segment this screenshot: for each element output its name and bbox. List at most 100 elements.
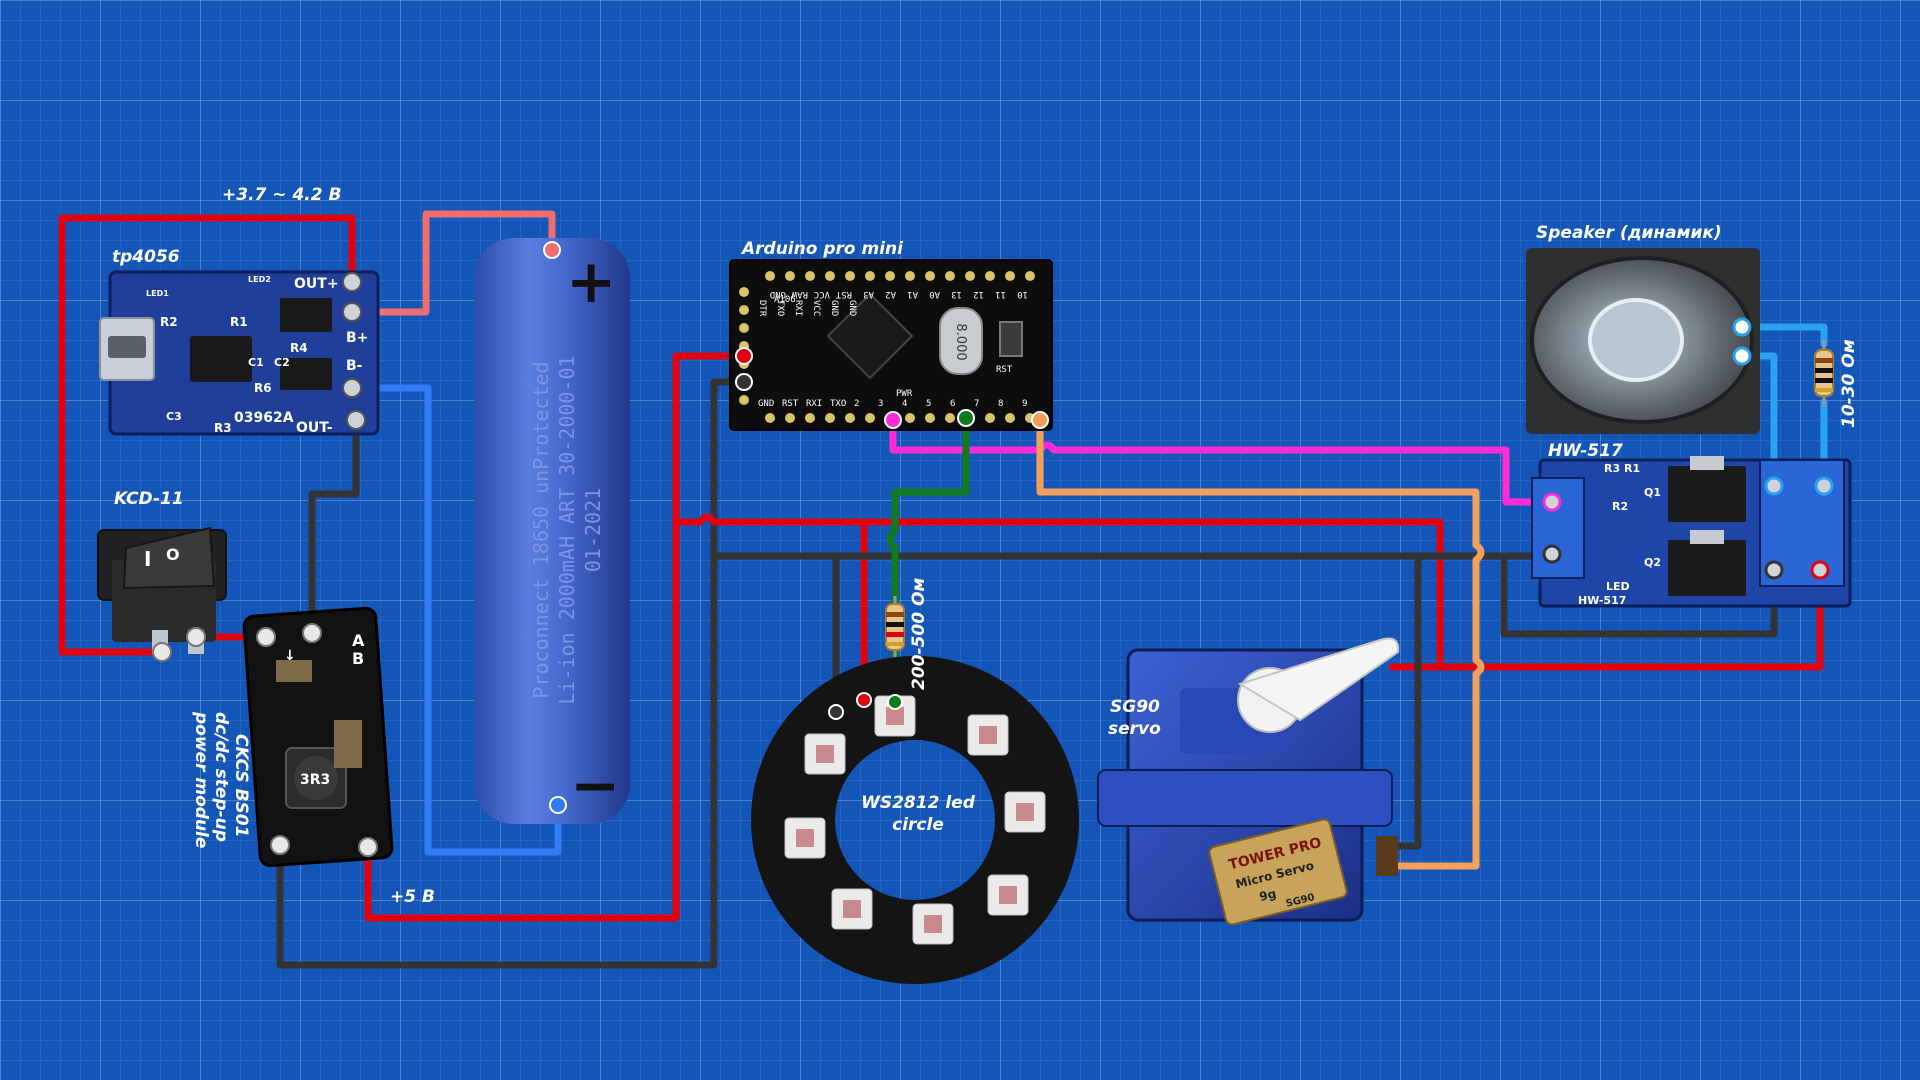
label-speaker: Speaker (динамик) — [1536, 223, 1722, 243]
label-servo-2: servo — [1108, 719, 1161, 739]
battery-line1: Proconnect 18650 unProtected — [529, 361, 553, 698]
resistor-speaker — [1814, 340, 1834, 406]
arduino-pin-label: 2 — [854, 399, 859, 409]
label-b-plus: B+ — [346, 330, 368, 346]
label-servo-1: SG90 — [1110, 697, 1160, 717]
tp4056-module: OUT+ B+ B- OUT- 03962A R2 R1 R3 R4 R6 C1… — [99, 270, 380, 436]
switch-mark-off: O — [166, 545, 180, 564]
label-out-plus: OUT+ — [294, 276, 339, 292]
sg90-servo: TOWER PRO Micro Servo 9g SG90 — [1097, 637, 1400, 926]
label-led1: LED1 — [146, 289, 169, 298]
label-led-ring-2: circle — [892, 815, 944, 835]
amp-name: HW-517 — [1578, 594, 1626, 607]
label-c2: C2 — [274, 356, 290, 369]
label-voltage-out: +5 В — [390, 887, 435, 907]
battery-line2: Li-ion 2000mAH ART 30-2000-01 — [555, 355, 579, 704]
pad-gnd — [735, 373, 753, 391]
arduino-pin-label: 13 — [951, 289, 962, 299]
arduino-pin-label: RXI — [806, 399, 822, 409]
arduino-pin-label: VCC — [814, 289, 830, 299]
arduino-pin-label: RST — [782, 399, 799, 409]
label-r1: R1 — [230, 315, 248, 329]
arduino-pin-label: GND — [770, 289, 786, 299]
label-led2: LED2 — [248, 275, 271, 284]
pad-b-minus — [342, 378, 362, 398]
label-part-code: 03962A — [234, 410, 294, 426]
arduino-pin-label: A0 — [929, 289, 940, 299]
label-voltage-in: +3.7 ~ 4.2 В — [222, 185, 341, 205]
label-switch: KCD-11 — [114, 489, 184, 509]
inductor-code: 3R3 — [300, 772, 330, 788]
pad-d3 — [884, 411, 902, 429]
arduino-pin-label: 10 — [1017, 289, 1028, 299]
label-c3: C3 — [166, 410, 182, 423]
amp-q1: Q1 — [1644, 486, 1661, 499]
label-amplifier: HW-517 — [1548, 441, 1623, 461]
battery-minus: − — [570, 751, 620, 821]
stepup-a-label: A — [352, 631, 365, 650]
stepup-module: 3R3 ↓ A B — [242, 606, 394, 868]
amp-q2: Q2 — [1644, 556, 1661, 569]
arduino-pin-label: 7 — [974, 399, 979, 409]
amp-r2: R2 — [1612, 500, 1628, 513]
label-b-minus: B- — [346, 358, 363, 374]
wire-black-outminus-stepup — [308, 416, 360, 637]
battery-18650: + − Proconnect 18650 unProtected Li-ion … — [474, 238, 630, 824]
amp-led: LED — [1606, 580, 1630, 593]
stepup-in-label: ↓ — [284, 648, 296, 664]
label-resistor-led: 200-500 Ом — [909, 578, 929, 690]
label-charger: tp4056 — [112, 247, 180, 267]
crystal-label: 8.000 — [953, 323, 968, 360]
pad-raw — [735, 347, 753, 365]
arduino-pin-label: 9 — [1022, 399, 1027, 409]
label-r4: R4 — [290, 341, 308, 355]
arduino-pin-label: RAW — [791, 289, 808, 299]
arduino-pin-label: DTR — [757, 300, 767, 317]
label-r3: R3 — [214, 421, 232, 435]
arduino-pro-mini: 8.000 A106 PWR RST GND RAW VCC RST A3 A2 A1 A0 1… — [729, 259, 1053, 431]
label-r6: R6 — [254, 381, 272, 395]
arduino-pin-label: 4 — [902, 399, 907, 409]
kcd11-switch: I O — [97, 526, 227, 662]
label-arduino: Arduino pro mini — [740, 239, 904, 259]
arduino-pin-label: 11 — [995, 289, 1006, 299]
arduino-pin-label: 12 — [973, 289, 984, 299]
label-c1: C1 — [248, 356, 264, 369]
arduino-pin-label: A2 — [885, 289, 896, 299]
arduino-pwr: PWR — [896, 389, 913, 399]
label-led-ring-1: WS2812 led — [861, 793, 976, 813]
arduino-pin-label: GND — [758, 399, 774, 409]
label-stepup-1: CKCS BS01 — [231, 734, 251, 837]
arduino-pin-label: 8 — [998, 399, 1003, 409]
tp4056-chip — [190, 336, 252, 382]
switch-mark-on: I — [144, 547, 151, 571]
battery-plus: + — [566, 247, 616, 317]
pad-out-minus — [346, 410, 366, 430]
arduino-rst: RST — [996, 365, 1013, 375]
label-stepup-3: power module — [191, 711, 211, 848]
label-out-minus: OUT- — [296, 420, 333, 436]
arduino-pin-label: RST — [835, 289, 852, 299]
battery-line3: 01-2021 — [581, 488, 605, 572]
pad-out-plus — [342, 272, 362, 292]
arduino-pin-label: 6 — [950, 399, 955, 409]
arduino-pin-label: GND — [829, 300, 839, 316]
label-r2: R2 — [160, 315, 178, 329]
amp-r1: R1 — [1624, 462, 1640, 475]
arduino-pin-label: VCC — [811, 300, 821, 316]
arduino-pin-label: RXI — [793, 300, 803, 316]
arduino-pin-label: TXO — [775, 300, 785, 316]
pad-d6 — [957, 409, 975, 427]
pad-d9 — [1031, 411, 1049, 429]
arduino-pin-label: 3 — [878, 399, 883, 409]
wiring-diagram: OUT+ B+ B- OUT- 03962A R2 R1 R3 R4 R6 C1… — [58, 185, 1859, 984]
label-resistor-speaker: 10-30 Ом — [1839, 339, 1859, 428]
arduino-pin-label: TXO — [830, 399, 846, 409]
amp-r3: R3 — [1604, 462, 1620, 475]
arduino-pin-label: 5 — [926, 399, 931, 409]
hw517-module: R3 R1 R2 Q1 Q2 LED HW-517 — [1531, 456, 1852, 608]
pad-b-plus — [342, 302, 362, 322]
resistor-led — [885, 596, 905, 660]
label-stepup-2: dc/dc step-up — [211, 712, 231, 842]
speaker — [1526, 248, 1760, 434]
